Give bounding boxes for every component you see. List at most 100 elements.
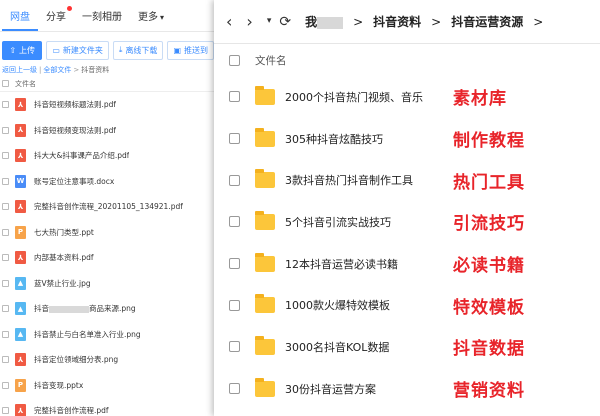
folder-name[interactable]: 3款抖音热门抖音制作工具 xyxy=(285,172,445,188)
file-name[interactable]: 蓝V禁止行业.jpg xyxy=(34,278,91,289)
tab-more-label: 更多 xyxy=(138,12,158,23)
folder-name[interactable]: 2000个抖音热门视频、音乐 xyxy=(285,89,445,105)
breadcrumb-back[interactable]: 返回上一级 xyxy=(2,66,37,74)
path-sep: > xyxy=(353,14,364,29)
pdf-icon: ⅄ xyxy=(15,123,26,137)
file-row[interactable]: P 七大热门类型.ppt xyxy=(0,220,214,246)
row-checkbox[interactable] xyxy=(2,126,9,134)
breadcrumb: 返回上一级 | 全部文件 > 抖音资料 xyxy=(0,64,214,76)
folder-icon xyxy=(255,252,275,272)
file-name[interactable]: 账号定位注意事项.docx xyxy=(34,176,114,187)
tab-netdisk[interactable]: 网盘 xyxy=(2,8,38,31)
offline-download-button[interactable]: ⤓ 离线下载 xyxy=(112,40,164,60)
file-name[interactable]: 抖音定位领域细分表.png xyxy=(34,354,118,365)
breadcrumb-all-files[interactable]: 全部文件 xyxy=(43,66,71,74)
path-segment-resources[interactable]: 抖音运营资源 xyxy=(451,13,523,30)
folder-name[interactable]: 3000名抖音KOL数据 xyxy=(285,339,445,355)
file-name[interactable]: 完整抖音创作流程_20201105_134921.pdf xyxy=(34,201,183,212)
history-dropdown-icon[interactable]: ▾ xyxy=(267,17,272,26)
file-name[interactable]: 内部基本资料.pdf xyxy=(34,252,94,263)
row-checkbox[interactable] xyxy=(2,330,9,338)
file-row[interactable]: ⅄ 完整抖音创作流程_20201105_134921.pdf xyxy=(0,194,214,220)
path-sep: > xyxy=(533,14,544,29)
file-name[interactable]: 抖音短视频变现法则.pdf xyxy=(34,125,116,136)
row-checkbox[interactable] xyxy=(2,356,9,364)
file-row[interactable]: ⅄ 抖音短视频标题法则.pdf xyxy=(0,92,214,118)
row-checkbox[interactable] xyxy=(229,174,240,186)
row-checkbox[interactable] xyxy=(2,407,9,415)
file-row[interactable]: ▲ 蓝V禁止行业.jpg xyxy=(0,271,214,297)
file-row[interactable]: ⅄ 抖大大&抖事课产品介绍.pdf xyxy=(0,143,214,169)
folder-row[interactable]: 3000名抖音KOL数据 抖音数据 xyxy=(214,326,600,368)
folder-row[interactable]: 3款抖音热门抖音制作工具 热门工具 xyxy=(214,159,600,201)
folder-name[interactable]: 1000款火爆特效模板 xyxy=(285,297,445,313)
folder-name[interactable]: 305种抖音炫酷技巧 xyxy=(285,131,445,147)
file-name[interactable]: 抖大大&抖事课产品介绍.pdf xyxy=(34,150,129,161)
push-button[interactable]: ▣ 推送到 xyxy=(167,40,214,60)
row-checkbox[interactable] xyxy=(229,258,240,270)
row-checkbox[interactable] xyxy=(2,381,9,389)
folder-icon xyxy=(255,210,275,230)
upload-button[interactable]: ⇧ 上传 xyxy=(2,40,43,60)
file-row[interactable]: ⅄ 抖音定位领域细分表.png xyxy=(0,347,214,373)
folder-name[interactable]: 12本抖音运营必读书籍 xyxy=(285,256,445,272)
tab-share[interactable]: 分享 xyxy=(38,6,74,31)
file-row[interactable]: P 抖音变现.pptx xyxy=(0,373,214,399)
row-checkbox[interactable] xyxy=(2,305,9,313)
folder-row[interactable]: 1000款火爆特效模板 特效模板 xyxy=(214,284,600,326)
row-checkbox[interactable] xyxy=(229,299,240,311)
folder-name[interactable]: 30份抖音运营方案 xyxy=(285,381,445,397)
row-checkbox[interactable] xyxy=(229,216,240,228)
folder-name[interactable]: 5个抖音引流实战技巧 xyxy=(285,214,445,230)
row-checkbox[interactable] xyxy=(229,383,240,395)
file-name[interactable]: 抖音变现.pptx xyxy=(34,380,83,391)
row-checkbox[interactable] xyxy=(2,152,9,160)
file-row[interactable]: ⅄ 内部基本资料.pdf xyxy=(0,245,214,271)
folder-category-label: 营销资料 xyxy=(453,381,525,402)
file-name[interactable]: 完整抖音创作流程.pdf xyxy=(34,405,109,416)
file-name[interactable]: 抖音禁止与白名单准入行业.png xyxy=(34,329,141,340)
path-root[interactable]: 我 xyxy=(305,13,344,30)
refresh-icon[interactable]: ⟳ xyxy=(279,15,291,29)
folder-row[interactable]: 305种抖音炫酷技巧 制作教程 xyxy=(214,118,600,160)
folder-row[interactable]: 5个抖音引流实战技巧 引流技巧 xyxy=(214,201,600,243)
folder-row[interactable]: 30份抖音运营方案 营销资料 xyxy=(214,368,600,410)
folder-row[interactable]: 2000个抖音热门视频、音乐 素材库 xyxy=(214,76,600,118)
file-row[interactable]: ⅄ 抖音短视频变现法则.pdf xyxy=(0,118,214,144)
row-checkbox[interactable] xyxy=(229,91,240,103)
row-checkbox[interactable] xyxy=(2,254,9,262)
folder-category-label: 必读书籍 xyxy=(453,256,525,277)
select-all-checkbox[interactable] xyxy=(229,54,240,66)
file-name[interactable]: 七大热门类型.ppt xyxy=(34,227,94,238)
tab-album[interactable]: 一刻相册 xyxy=(74,8,130,31)
breadcrumb-sep2: > xyxy=(73,66,80,74)
folder-plus-icon: ▭ xyxy=(52,45,60,55)
row-checkbox[interactable] xyxy=(2,228,9,236)
toolbar: ⇧ 上传 ▭ 新建文件夹 ⤓ 离线下载 ▣ 推送到 xyxy=(0,36,214,64)
row-checkbox[interactable] xyxy=(2,279,9,287)
forward-arrow-icon[interactable]: › xyxy=(246,13,252,30)
folder-category-label: 特效模板 xyxy=(453,297,525,318)
folder-row[interactable]: 12本抖音运营必读书籍 必读书籍 xyxy=(214,243,600,285)
row-checkbox[interactable] xyxy=(229,341,240,353)
file-name[interactable]: 抖音短视频标题法则.pdf xyxy=(34,99,116,110)
file-row[interactable]: ▲ 抖音禁止与白名单准入行业.png xyxy=(0,322,214,348)
folder-icon xyxy=(255,377,275,397)
row-checkbox[interactable] xyxy=(229,133,240,145)
column-filename[interactable]: 文件名 xyxy=(15,79,36,89)
row-checkbox[interactable] xyxy=(2,177,9,185)
upload-label: 上传 xyxy=(19,45,36,55)
row-checkbox[interactable] xyxy=(2,203,9,211)
column-filename[interactable]: 文件名 xyxy=(255,53,287,68)
tab-more[interactable]: 更多 ▾ xyxy=(130,8,172,31)
file-row[interactable]: ▲ 抖音 商品来源.png xyxy=(0,296,214,322)
file-row[interactable]: W 账号定位注意事项.docx xyxy=(0,169,214,195)
new-folder-button[interactable]: ▭ 新建文件夹 xyxy=(46,40,109,60)
back-arrow-icon[interactable]: ‹ xyxy=(226,13,232,30)
row-checkbox[interactable] xyxy=(2,101,9,109)
file-name[interactable]: 抖音 商品来源.png xyxy=(34,303,136,314)
file-row[interactable]: ⅄ 完整抖音创作流程.pdf xyxy=(0,398,214,416)
path-segment-douyin[interactable]: 抖音资料 xyxy=(373,13,421,30)
pdf-icon: ⅄ xyxy=(15,149,26,163)
select-all-checkbox[interactable] xyxy=(2,80,9,87)
